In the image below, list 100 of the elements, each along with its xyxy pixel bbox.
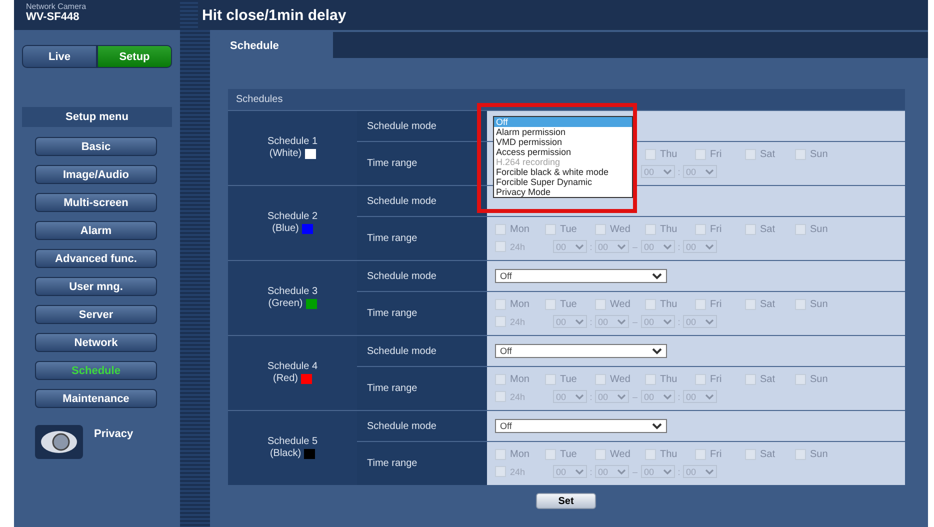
day-checkbox[interactable] — [595, 299, 606, 310]
day-checkbox[interactable] — [595, 449, 606, 460]
day-label: Tue — [560, 374, 577, 385]
day-checkbox[interactable] — [695, 374, 706, 385]
day-checkbox[interactable] — [645, 299, 656, 310]
chevron-down-icon — [617, 318, 626, 324]
day-label: Thu — [660, 149, 678, 160]
day-label: Fri — [710, 374, 722, 385]
schedule-name: Schedule 4 — [267, 361, 318, 373]
day-checkbox[interactable] — [795, 149, 806, 160]
row-label: Time range — [367, 308, 418, 319]
day-label: Sun — [810, 299, 828, 310]
time-separator: – — [631, 466, 638, 476]
time-separator: : — [588, 242, 594, 252]
dropdown-option[interactable]: Access permission — [494, 147, 632, 157]
menu-button[interactable]: Multi-screen — [35, 193, 157, 212]
day-label: Mon — [510, 374, 530, 385]
mode-dropdown[interactable]: Off — [495, 419, 667, 433]
menu-button[interactable]: Alarm — [35, 221, 157, 240]
menu-button[interactable]: Image/Audio — [35, 165, 157, 184]
day-checkbox[interactable] — [645, 149, 656, 160]
mode-dropdown[interactable]: Off — [495, 344, 667, 358]
menu-button[interactable]: Schedule — [35, 361, 157, 380]
day-label: Fri — [710, 449, 722, 460]
dropdown-option[interactable]: Privacy Mode — [494, 187, 632, 197]
day-checkbox[interactable] — [745, 449, 756, 460]
menu-button[interactable]: Server — [35, 305, 157, 324]
row-label: Schedule mode — [367, 346, 436, 356]
all-day-checkbox[interactable] — [495, 466, 506, 477]
dropdown-option[interactable]: Off — [494, 117, 632, 127]
day-checkbox[interactable] — [595, 224, 606, 235]
day-checkbox[interactable] — [745, 224, 756, 235]
day-checkbox[interactable] — [695, 224, 706, 235]
row-label: Schedule mode — [367, 196, 436, 206]
chevron-down-icon — [652, 422, 662, 430]
privacy-switch-icon[interactable] — [34, 424, 84, 460]
menu-button[interactable]: Basic — [35, 137, 157, 156]
day-checkbox[interactable] — [545, 224, 556, 235]
day-checkbox[interactable] — [545, 374, 556, 385]
day-label: Fri — [710, 149, 722, 160]
time-separator: : — [676, 392, 682, 402]
day-checkbox[interactable] — [645, 449, 656, 460]
dropdown-option[interactable]: VMD permission — [494, 137, 632, 147]
day-label: Wed — [610, 299, 630, 310]
day-label: Wed — [610, 374, 630, 385]
day-label: Sun — [810, 449, 828, 460]
day-checkbox[interactable] — [595, 374, 606, 385]
day-checkbox[interactable] — [495, 374, 506, 385]
row-label: Schedule mode — [367, 420, 436, 432]
day-checkbox[interactable] — [745, 149, 756, 160]
dropdown-option[interactable]: Forcible Super Dynamic — [494, 177, 632, 187]
day-checkbox[interactable] — [495, 299, 506, 310]
day-checkbox[interactable] — [795, 374, 806, 385]
day-checkbox[interactable] — [645, 224, 656, 235]
mode-button[interactable]: Setup — [97, 45, 172, 68]
menu-button[interactable]: User mng. — [35, 277, 157, 296]
schedule-color-name: (Blue) — [272, 223, 299, 235]
dropdown-option[interactable]: Forcible black & white mode — [494, 167, 632, 177]
day-label: Sun — [810, 149, 828, 160]
day-label: Sat — [760, 374, 776, 385]
day-checkbox[interactable] — [495, 449, 506, 460]
chevron-down-icon — [705, 394, 714, 400]
menu-button[interactable]: Maintenance — [35, 389, 157, 408]
chevron-down-icon — [575, 394, 584, 400]
day-checkbox[interactable] — [695, 449, 706, 460]
model-name: WV-SF448 — [26, 11, 80, 24]
schedule-name: Schedule 5 — [267, 436, 318, 448]
day-label: Thu — [660, 224, 678, 235]
day-checkbox[interactable] — [745, 299, 756, 310]
time-separator: : — [676, 242, 682, 252]
day-checkbox[interactable] — [795, 299, 806, 310]
all-day-checkbox[interactable] — [495, 316, 506, 327]
dropdown-option[interactable]: Alarm permission — [494, 127, 632, 137]
day-label: Fri — [710, 299, 722, 310]
mode-button[interactable]: Live — [22, 45, 97, 68]
mode-dropdown[interactable]: Off — [495, 269, 667, 283]
row-label: Time range — [367, 233, 418, 244]
schedule-color-name: (White) — [269, 148, 302, 160]
set-button[interactable]: Set — [536, 493, 596, 509]
day-label: Tue — [560, 224, 577, 235]
day-checkbox[interactable] — [545, 449, 556, 460]
all-day-checkbox[interactable] — [495, 241, 506, 252]
day-checkbox[interactable] — [795, 449, 806, 460]
day-checkbox[interactable] — [645, 374, 656, 385]
chevron-down-icon — [617, 468, 626, 474]
row-label: Time range — [367, 383, 418, 394]
day-checkbox[interactable] — [695, 149, 706, 160]
day-checkbox[interactable] — [795, 224, 806, 235]
menu-button[interactable]: Advanced func. — [35, 249, 157, 268]
day-checkbox[interactable] — [495, 224, 506, 235]
day-checkbox[interactable] — [695, 299, 706, 310]
day-label: Sat — [760, 149, 776, 160]
day-label: Fri — [710, 224, 722, 235]
menu-button[interactable]: Network — [35, 333, 157, 352]
day-checkbox[interactable] — [545, 299, 556, 310]
privacy-label: Privacy — [94, 428, 134, 440]
time-separator: – — [631, 242, 638, 252]
day-checkbox[interactable] — [745, 374, 756, 385]
panel-title: Schedules — [228, 89, 905, 110]
all-day-checkbox[interactable] — [495, 391, 506, 402]
